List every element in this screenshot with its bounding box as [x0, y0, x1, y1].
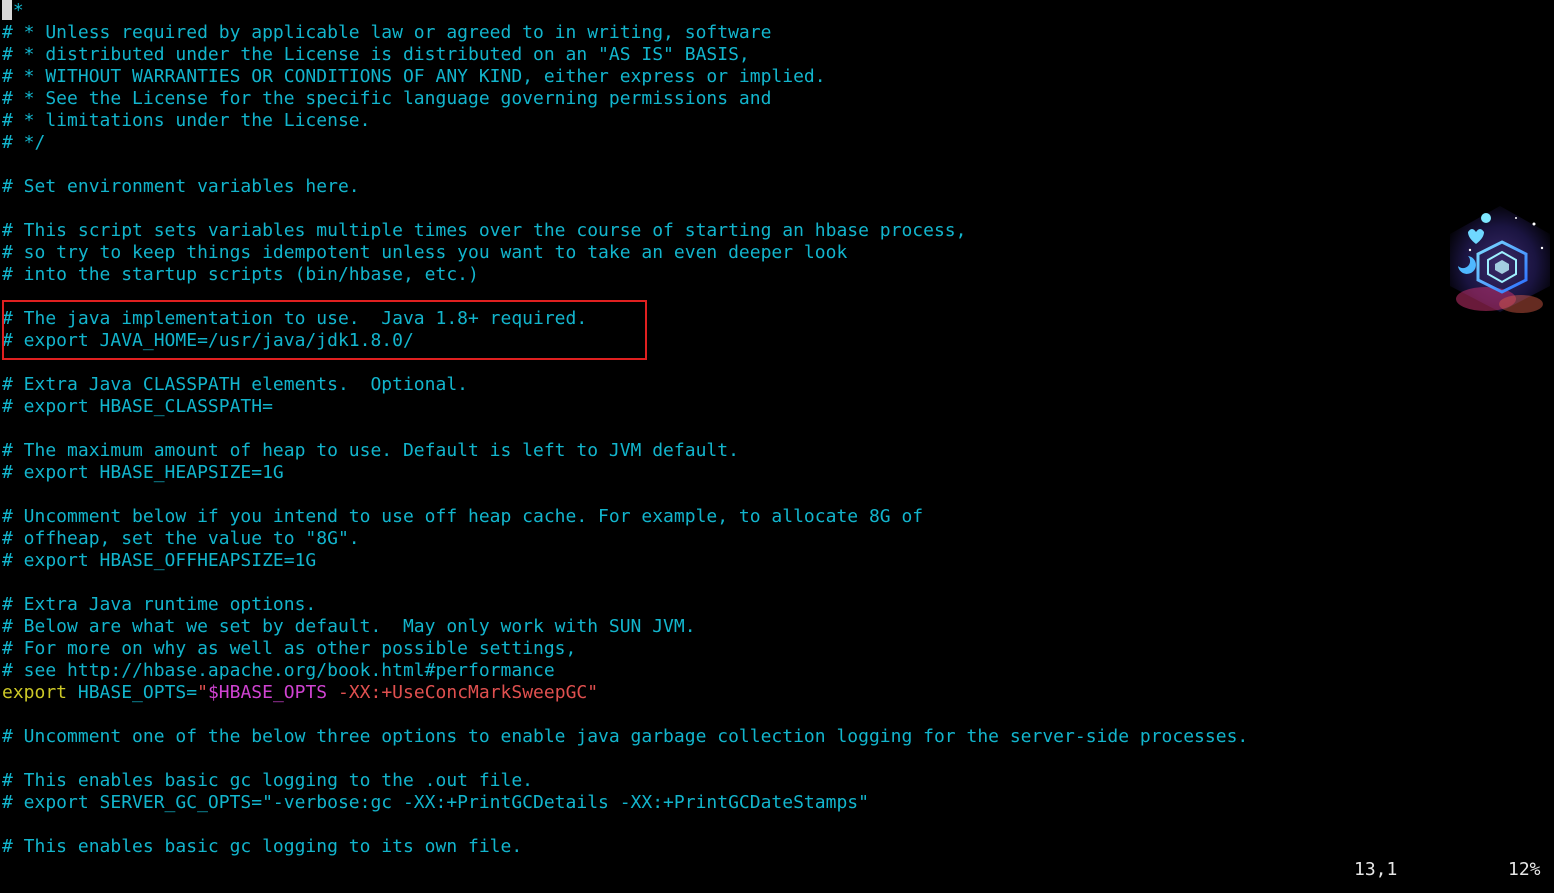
code-token-ident: HBASE_OPTS — [77, 682, 187, 703]
code-line[interactable]: * — [2, 0, 1248, 22]
code-line[interactable]: # This enables basic gc logging to its o… — [2, 836, 1248, 858]
code-line[interactable]: export HBASE_OPTS="$HBASE_OPTS -XX:+UseC… — [2, 682, 1248, 704]
text-cursor — [2, 0, 12, 20]
editor-text-area[interactable]: * # * Unless required by applicable law o… — [2, 0, 1248, 858]
scroll-percent-indicator: 12% — [1508, 859, 1541, 880]
code-token-comment: # This enables basic gc logging to its o… — [2, 836, 523, 857]
code-line[interactable] — [2, 814, 1248, 836]
code-line[interactable]: # * limitations under the License. — [2, 110, 1248, 132]
code-line[interactable]: # For more on why as well as other possi… — [2, 638, 1248, 660]
code-token-comment: # Uncomment one of the below three optio… — [2, 726, 1249, 747]
code-line[interactable]: # */ — [2, 132, 1248, 154]
code-line[interactable]: # see http://hbase.apache.org/book.html#… — [2, 660, 1248, 682]
code-token-comment: # export SERVER_GC_OPTS="-verbose:gc -XX… — [2, 792, 869, 813]
code-token-comment: # * limitations under the License. — [2, 110, 371, 131]
code-token-comment: # Uncomment below if you intend to use o… — [2, 506, 924, 527]
code-line[interactable]: # Set environment variables here. — [2, 176, 1248, 198]
code-token-comment: # export HBASE_CLASSPATH= — [2, 396, 273, 417]
code-line[interactable]: # export HBASE_CLASSPATH= — [2, 396, 1248, 418]
code-token-comment: # The maximum amount of heap to use. Def… — [2, 440, 739, 461]
code-token-comment: # Set environment variables here. — [2, 176, 360, 197]
code-line[interactable] — [2, 484, 1248, 506]
code-token-comment: # * distributed under the License is dis… — [2, 44, 750, 65]
java-home-highlight-box — [2, 300, 647, 360]
code-line[interactable]: # * Unless required by applicable law or… — [2, 22, 1248, 44]
code-token-comment: # so try to keep things idempotent unles… — [2, 242, 848, 263]
code-token-comment: # * Unless required by applicable law or… — [2, 22, 772, 43]
code-line[interactable]: # export SERVER_GC_OPTS="-verbose:gc -XX… — [2, 792, 1248, 814]
code-token-comment: # * WITHOUT WARRANTIES OR CONDITIONS OF … — [2, 66, 826, 87]
code-line[interactable]: # * WITHOUT WARRANTIES OR CONDITIONS OF … — [2, 66, 1248, 88]
code-line[interactable] — [2, 154, 1248, 176]
code-line[interactable]: # offheap, set the value to "8G". — [2, 528, 1248, 550]
code-line[interactable]: # export HBASE_OFFHEAPSIZE=1G — [2, 550, 1248, 572]
code-token-comment: # into the startup scripts (bin/hbase, e… — [2, 264, 479, 285]
code-line[interactable]: # * distributed under the License is dis… — [2, 44, 1248, 66]
code-line[interactable]: # Below are what we set by default. May … — [2, 616, 1248, 638]
code-token-comment: # For more on why as well as other possi… — [2, 638, 577, 659]
code-token-comment: # Extra Java CLASSPATH elements. Optiona… — [2, 374, 468, 395]
code-line[interactable]: # Uncomment below if you intend to use o… — [2, 506, 1248, 528]
code-line[interactable]: # This enables basic gc logging to the .… — [2, 770, 1248, 792]
code-token-comment: # Below are what we set by default. May … — [2, 616, 696, 637]
code-token-var: $HBASE_OPTS — [207, 682, 328, 703]
code-line[interactable]: # into the startup scripts (bin/hbase, e… — [2, 264, 1248, 286]
cursor-position-indicator: 13,1 — [1354, 859, 1398, 880]
code-line[interactable]: # Uncomment one of the below three optio… — [2, 726, 1248, 748]
code-line[interactable] — [2, 418, 1248, 440]
code-token-plain: = — [186, 682, 198, 703]
code-token-comment: # see http://hbase.apache.org/book.html#… — [2, 660, 555, 681]
code-line[interactable]: # This script sets variables multiple ti… — [2, 220, 1248, 242]
code-line[interactable]: # export HBASE_HEAPSIZE=1G — [2, 462, 1248, 484]
code-line[interactable]: # Extra Java CLASSPATH elements. Optiona… — [2, 374, 1248, 396]
code-token-string: " — [197, 682, 208, 703]
code-token-comment: # This script sets variables multiple ti… — [2, 220, 967, 241]
code-token-comment: # This enables basic gc logging to the .… — [2, 770, 534, 791]
code-token-comment: # * See the License for the specific lan… — [2, 88, 772, 109]
code-token-keyword: export — [2, 682, 68, 703]
code-line[interactable] — [2, 198, 1248, 220]
code-token-string: -XX:+UseConcMarkSweepGC" — [327, 682, 599, 703]
code-line[interactable] — [2, 704, 1248, 726]
code-line[interactable]: # so try to keep things idempotent unles… — [2, 242, 1248, 264]
desktop-widget-icon[interactable] — [1446, 204, 1554, 314]
code-line[interactable]: # * See the License for the specific lan… — [2, 88, 1248, 110]
code-line[interactable] — [2, 572, 1248, 594]
code-token-comment: # export HBASE_HEAPSIZE=1G — [2, 462, 284, 483]
code-line[interactable]: # Extra Java runtime options. — [2, 594, 1248, 616]
code-line[interactable]: # The maximum amount of heap to use. Def… — [2, 440, 1248, 462]
code-token-comment: # offheap, set the value to "8G". — [2, 528, 360, 549]
code-token-comment: # Extra Java runtime options. — [2, 594, 317, 615]
code-token-comment: # */ — [2, 132, 46, 153]
code-line[interactable] — [2, 748, 1248, 770]
code-token-comment: # export HBASE_OFFHEAPSIZE=1G — [2, 550, 317, 571]
terminal-window[interactable]: * # * Unless required by applicable law o… — [0, 0, 1554, 893]
